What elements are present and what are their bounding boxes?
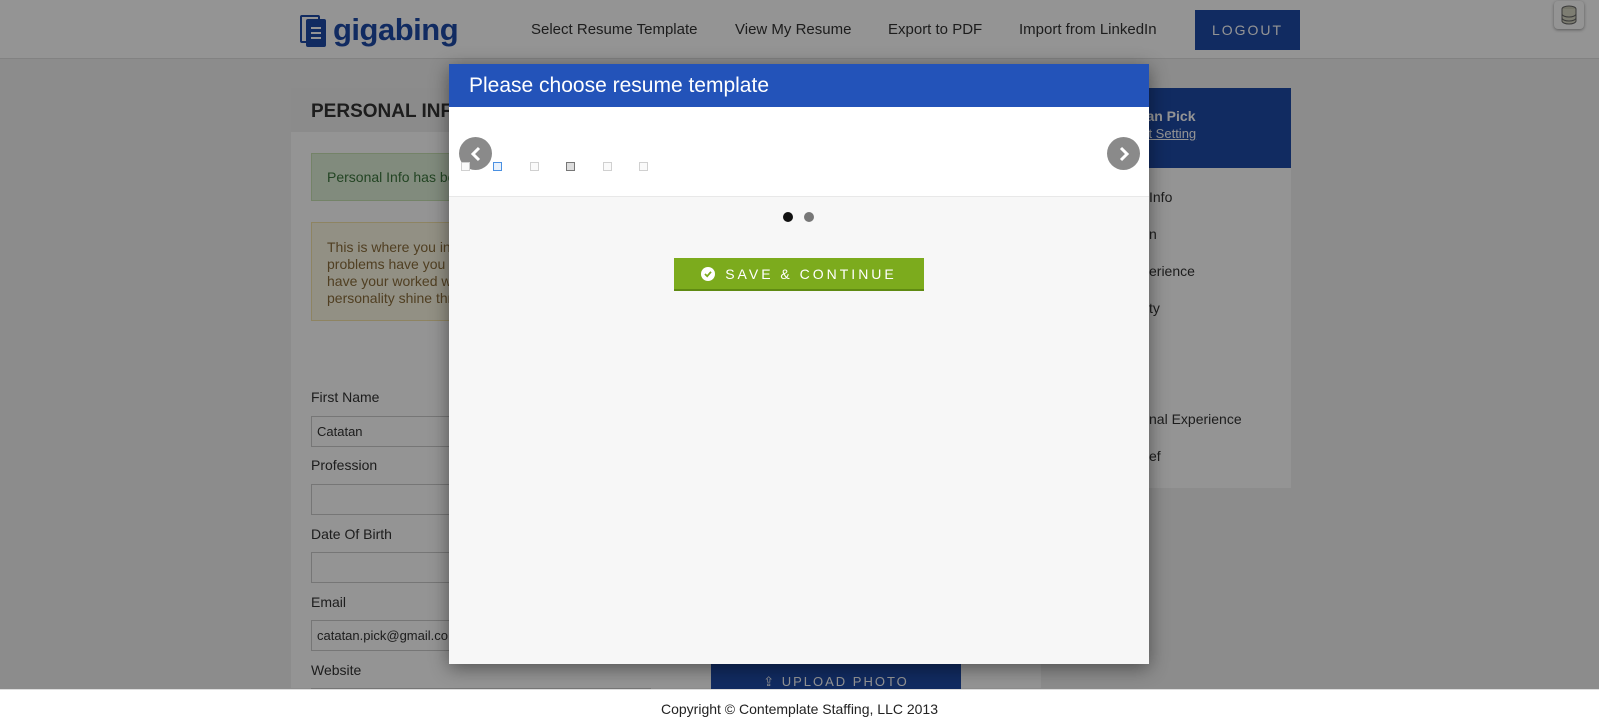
save-continue-label: SAVE & CONTINUE (725, 265, 897, 282)
chevron-right-icon (1119, 146, 1129, 161)
template-chooser-modal: Please choose resume template SAVE & CON… (449, 64, 1149, 664)
template-thumbnail[interactable] (530, 162, 539, 171)
chevron-left-icon (470, 146, 480, 161)
pager-dot[interactable] (804, 212, 814, 222)
carousel-pager (449, 212, 1149, 222)
template-thumbnail[interactable] (603, 162, 612, 171)
template-carousel (449, 107, 1149, 197)
check-circle-icon (701, 266, 716, 281)
template-thumbnail[interactable] (461, 162, 470, 171)
pager-dot-active[interactable] (783, 212, 793, 222)
template-thumbnail-selected[interactable] (493, 162, 502, 171)
template-thumbnail[interactable] (639, 162, 648, 171)
footer-copyright: Copyright © Contemplate Staffing, LLC 20… (0, 689, 1599, 728)
modal-title: Please choose resume template (449, 64, 1149, 107)
template-thumbnail[interactable] (566, 162, 575, 171)
carousel-next-button[interactable] (1107, 137, 1140, 170)
save-continue-button[interactable]: SAVE & CONTINUE (674, 258, 924, 291)
